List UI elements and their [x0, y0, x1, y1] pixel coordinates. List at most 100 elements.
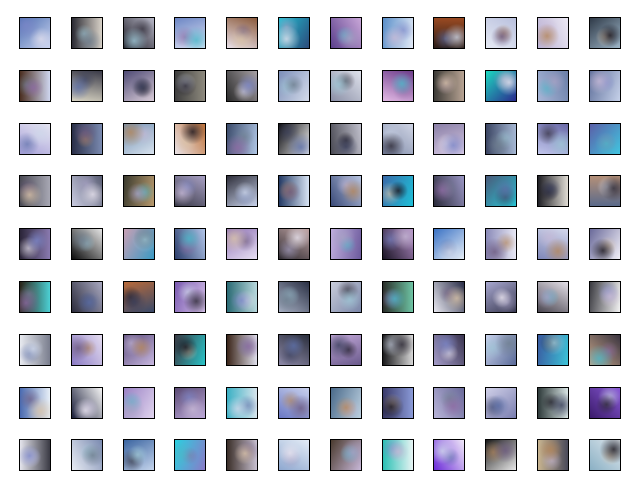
image-thumbnail [330, 281, 362, 313]
image-thumbnail [485, 281, 517, 313]
thumbnail-texture [590, 124, 620, 154]
thumbnail-texture [383, 440, 413, 470]
thumbnail-texture [590, 229, 620, 259]
image-thumbnail [71, 17, 103, 49]
thumbnail-texture [486, 18, 516, 48]
image-thumbnail [71, 228, 103, 260]
image-thumbnail [485, 70, 517, 102]
thumbnail-texture [383, 229, 413, 259]
image-thumbnail [226, 387, 258, 419]
thumbnail-texture [279, 440, 309, 470]
image-thumbnail [226, 334, 258, 366]
thumbnail-texture [279, 335, 309, 365]
image-thumbnail [278, 334, 310, 366]
thumbnail-texture [590, 71, 620, 101]
image-thumbnail [174, 281, 206, 313]
thumbnail-texture [538, 176, 568, 206]
image-thumbnail [485, 334, 517, 366]
thumbnail-texture [486, 176, 516, 206]
thumbnail-texture [383, 18, 413, 48]
image-thumbnail [123, 439, 155, 471]
thumbnail-texture [434, 71, 464, 101]
image-thumbnail [278, 175, 310, 207]
thumbnail-texture [538, 282, 568, 312]
image-thumbnail [589, 387, 621, 419]
image-thumbnail [330, 175, 362, 207]
image-thumbnail [278, 439, 310, 471]
thumbnail-texture [124, 124, 154, 154]
thumbnail-texture [538, 335, 568, 365]
thumbnail-texture [175, 388, 205, 418]
image-thumbnail [589, 175, 621, 207]
image-thumbnail [537, 17, 569, 49]
thumbnail-texture [279, 18, 309, 48]
image-thumbnail [19, 123, 51, 155]
image-thumbnail [433, 70, 465, 102]
thumbnail-texture [175, 71, 205, 101]
thumbnail-texture [486, 282, 516, 312]
thumbnail-texture [72, 440, 102, 470]
thumbnail-texture [124, 71, 154, 101]
image-thumbnail [226, 175, 258, 207]
thumbnail-texture [434, 440, 464, 470]
thumbnail-texture [72, 282, 102, 312]
thumbnail-texture [124, 440, 154, 470]
image-thumbnail [382, 334, 414, 366]
image-thumbnail [19, 17, 51, 49]
image-thumbnail [174, 175, 206, 207]
image-thumbnail [123, 334, 155, 366]
image-thumbnail [226, 228, 258, 260]
image-thumbnail [485, 387, 517, 419]
thumbnail-texture [434, 282, 464, 312]
image-thumbnail [485, 439, 517, 471]
image-thumbnail [485, 123, 517, 155]
thumbnail-texture [124, 229, 154, 259]
thumbnail-texture [227, 440, 257, 470]
thumbnail-texture [590, 176, 620, 206]
image-thumbnail [382, 175, 414, 207]
thumbnail-texture [434, 124, 464, 154]
image-thumbnail [589, 228, 621, 260]
thumbnail-texture [434, 176, 464, 206]
thumbnail-texture [331, 388, 361, 418]
image-thumbnail [537, 123, 569, 155]
thumbnail-texture [538, 18, 568, 48]
image-thumbnail [19, 70, 51, 102]
thumbnail-texture [227, 388, 257, 418]
thumbnail-texture [590, 282, 620, 312]
image-thumbnail [382, 228, 414, 260]
thumbnail-texture [20, 18, 50, 48]
thumbnail-texture [383, 388, 413, 418]
image-thumbnail [71, 70, 103, 102]
image-thumbnail [123, 387, 155, 419]
thumbnail-texture [331, 176, 361, 206]
image-thumbnail [19, 175, 51, 207]
thumbnail-texture [175, 124, 205, 154]
image-thumbnail [19, 387, 51, 419]
thumbnail-texture [538, 229, 568, 259]
thumbnail-texture [279, 229, 309, 259]
image-thumbnail [123, 175, 155, 207]
thumbnail-texture [590, 18, 620, 48]
thumbnail-texture [72, 229, 102, 259]
thumbnail-texture [331, 18, 361, 48]
thumbnail-texture [434, 18, 464, 48]
image-thumbnail [19, 281, 51, 313]
image-thumbnail [71, 439, 103, 471]
thumbnail-texture [486, 388, 516, 418]
image-thumbnail [71, 387, 103, 419]
image-thumbnail [485, 17, 517, 49]
image-thumbnail [382, 123, 414, 155]
image-thumbnail [433, 123, 465, 155]
image-thumbnail [589, 123, 621, 155]
image-thumbnail [174, 439, 206, 471]
image-thumbnail [589, 281, 621, 313]
thumbnail-texture [124, 335, 154, 365]
thumbnail-texture [279, 388, 309, 418]
thumbnail-texture [227, 176, 257, 206]
thumbnail-texture [72, 335, 102, 365]
thumbnail-texture [72, 176, 102, 206]
image-thumbnail [278, 17, 310, 49]
thumbnail-texture [227, 71, 257, 101]
thumbnail-texture [20, 229, 50, 259]
